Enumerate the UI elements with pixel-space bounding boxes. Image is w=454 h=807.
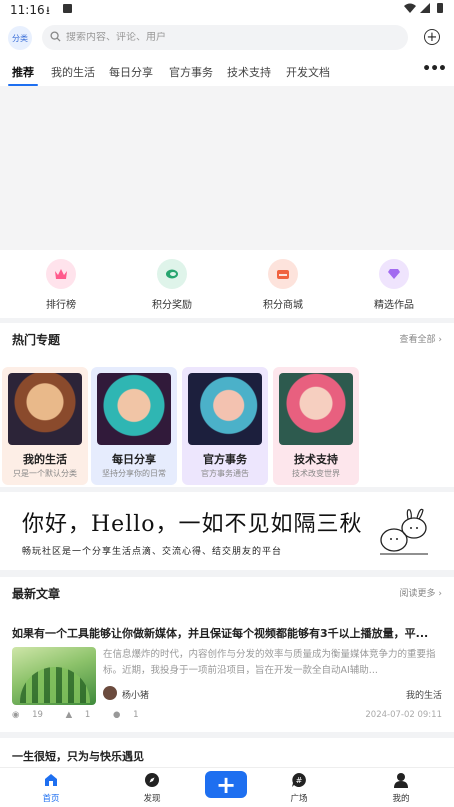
nav-label: 我的 <box>392 794 410 804</box>
view-all-link[interactable]: 查看全部 › <box>400 332 443 345</box>
quick-link-featured[interactable]: 精选作品 <box>354 259 434 311</box>
welcome-banner[interactable]: 你好，Hello，一如不见如隔三秋 畅玩社区是一个分享生活点滴、交流心得、结交朋… <box>0 492 454 570</box>
quick-link-label: 精选作品 <box>374 300 414 311</box>
welcome-subline: 畅玩社区是一个分享生活点滴、交流心得、结交朋友的平台 <box>22 547 283 557</box>
article-title[interactable]: 如果有一个工具能够让你做新媒体，并且保证每个视频都能够有3千以上播放量，平... <box>12 625 442 641</box>
read-more-label: 阅读更多 <box>399 589 436 599</box>
nav-me[interactable]: 我的 <box>371 772 431 804</box>
likes-count: 1 <box>84 710 91 720</box>
article-excerpt: 在信息爆炸的时代，内容创作与分发的效率与质量成为衡量媒体竞争力的重要指标。近期，… <box>103 649 436 676</box>
topic-card-subtitle: 官方事务通告 <box>201 469 249 478</box>
nav-home[interactable]: 首页 <box>21 772 81 804</box>
topic-card-title: 每日分享 <box>112 453 156 466</box>
article-thumbnail[interactable] <box>12 647 96 705</box>
tab-dev-docs[interactable]: 开发文档 <box>286 64 330 80</box>
topic-card-daily-share[interactable]: 每日分享 坚持分享你的日常 <box>91 367 177 485</box>
read-more-link[interactable]: 阅读更多 › <box>400 586 443 599</box>
more-icon[interactable]: ••• <box>422 61 447 77</box>
search-header: 分类 + <box>0 20 454 56</box>
latest-articles-title: 最新文章 <box>12 587 61 601</box>
search-icon <box>50 30 61 45</box>
home-icon <box>43 772 59 788</box>
nav-square[interactable]: # 广场 <box>269 772 329 804</box>
thumbs-up-icon: ▲ <box>65 710 73 720</box>
topic-card-image <box>188 373 262 445</box>
chevron-right-icon: › <box>438 589 442 599</box>
tab-tech-support[interactable]: 技术支持 <box>227 64 271 80</box>
welcome-headline: 你好，Hello，一如不见如隔三秋 <box>22 512 363 537</box>
add-icon[interactable]: + <box>424 29 440 45</box>
nav-discover[interactable]: 发现 <box>122 772 182 804</box>
shop-icon <box>268 259 298 289</box>
topic-card-title: 我的生活 <box>23 453 67 466</box>
article-item[interactable]: 一生很短，只为与快乐遇见 <box>0 738 454 770</box>
views-stat: ◉ 19 <box>12 710 53 720</box>
chevron-right-icon: › <box>438 335 442 345</box>
latest-articles-section: 最新文章 阅读更多 › 如果有一个工具能够让你做新媒体，并且保证每个视频都能够有… <box>0 577 454 732</box>
search-box[interactable] <box>42 25 408 50</box>
comment-icon: ● <box>113 710 121 720</box>
article-date: 2024-07-02 09:11 <box>365 710 442 720</box>
article-category[interactable]: 我的生活 <box>406 688 442 701</box>
article-author[interactable]: 杨小猪 <box>122 688 149 701</box>
quick-link-points-reward[interactable]: 积分奖励 <box>132 259 212 311</box>
topic-card-title: 技术支持 <box>294 453 338 466</box>
reward-icon <box>157 259 187 289</box>
comments-count: 1 <box>133 710 139 720</box>
status-bar: 11:16 ⭳ <box>0 0 454 20</box>
svg-text:#: # <box>296 776 303 785</box>
topic-card-tech-support[interactable]: 技术支持 技术改变世界 <box>273 367 359 485</box>
category-tabs: 推荐 我的生活 每日分享 官方事务 技术支持 开发文档 ••• <box>0 56 454 86</box>
crown-icon <box>46 259 76 289</box>
tab-recommend[interactable]: 推荐 <box>12 64 34 80</box>
topic-card-subtitle: 坚持分享你的日常 <box>102 469 166 478</box>
gem-icon <box>379 259 409 289</box>
search-input[interactable] <box>66 32 386 43</box>
category-button[interactable]: 分类 <box>8 26 32 50</box>
banner-area[interactable] <box>0 86 454 250</box>
eye-icon: ◉ <box>12 710 20 720</box>
article-title: 一生很短，只为与快乐遇见 <box>12 750 144 763</box>
quick-link-ranking[interactable]: 排行榜 <box>21 259 101 311</box>
tab-my-life[interactable]: 我的生活 <box>51 64 95 80</box>
tab-daily-share[interactable]: 每日分享 <box>109 64 153 80</box>
bottom-navigation: 首页 发现 + # 广场 我的 <box>0 767 454 807</box>
signal-battery-icons <box>402 2 446 17</box>
nav-label: 发现 <box>143 794 161 804</box>
quick-link-label: 积分商城 <box>263 300 303 311</box>
square-icon: # <box>291 772 307 788</box>
topic-card-subtitle: 只是一个默认分类 <box>13 469 77 478</box>
topic-card-image <box>8 373 82 445</box>
topic-card-subtitle: 技术改变世界 <box>292 469 340 478</box>
user-icon <box>393 772 409 788</box>
tab-official[interactable]: 官方事务 <box>169 64 213 80</box>
app-notification-icon <box>63 4 72 13</box>
quick-link-label: 排行榜 <box>46 300 76 311</box>
avatar[interactable] <box>103 686 117 700</box>
comments-stat[interactable]: ● 1 <box>113 710 149 720</box>
status-time: 11:16 <box>10 3 45 17</box>
views-count: 19 <box>32 710 43 720</box>
nav-label: 首页 <box>42 794 60 804</box>
quick-link-label: 积分奖励 <box>152 300 192 311</box>
likes-stat[interactable]: ▲ 1 <box>66 710 101 720</box>
nav-label: 广场 <box>290 794 308 804</box>
topic-card-image <box>279 373 353 445</box>
download-icon: ⭳ <box>46 4 50 17</box>
article-stats: ◉ 19 ▲ 1 ● 1 <box>12 710 159 720</box>
topic-card-title: 官方事务 <box>203 453 247 466</box>
view-all-label: 查看全部 <box>399 335 436 345</box>
publish-plus-button[interactable]: + <box>205 771 247 798</box>
compass-icon <box>144 772 160 788</box>
hot-topics-section: 热门专题 查看全部 › 我的生活 只是一个默认分类 每日分享 坚持分享你的日常 … <box>0 323 454 487</box>
bunny-doodle-icon <box>376 506 432 560</box>
topic-card-my-life[interactable]: 我的生活 只是一个默认分类 <box>2 367 88 485</box>
topic-card-image <box>97 373 171 445</box>
topic-card-official[interactable]: 官方事务 官方事务通告 <box>182 367 268 485</box>
hot-topics-title: 热门专题 <box>12 333 61 347</box>
quick-link-points-mall[interactable]: 积分商城 <box>243 259 323 311</box>
quick-links: 排行榜 积分奖励 积分商城 精选作品 <box>0 250 454 318</box>
